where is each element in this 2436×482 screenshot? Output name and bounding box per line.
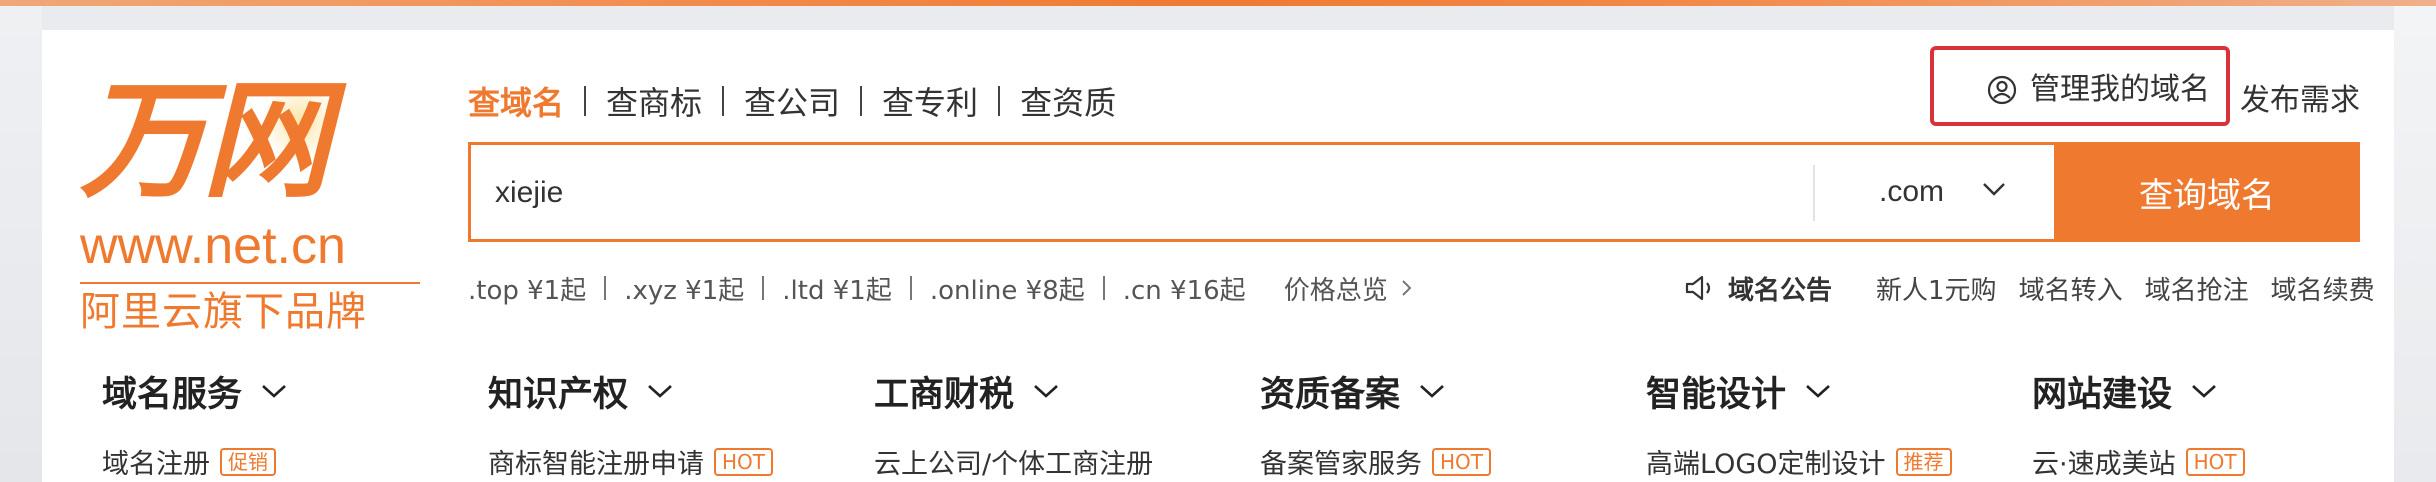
category-header[interactable]: 工商财税 [874,366,1234,416]
category-title: 资质备案 [1260,374,1401,415]
category-qualification: 资质备案 备案管家服务 HOT [1260,366,1620,481]
chevron-down-icon [648,385,672,398]
chevron-right-icon [1401,280,1412,296]
notice-link-transfer[interactable]: 域名转入 [2019,270,2123,307]
category-item-label: 云上公司/个体工商注册 [874,449,1154,480]
category-header[interactable]: 网站建设 [2032,366,2392,416]
tab-separator [998,86,1001,116]
publish-request-link[interactable]: 发布需求 [2240,76,2360,126]
price-separator [1102,276,1105,300]
chevron-down-icon [262,385,286,398]
search-divider [1813,165,1815,221]
category-header[interactable]: 域名服务 [102,366,462,416]
price-item-online[interactable]: .online ¥8起 [930,270,1085,307]
category-business-tax: 工商财税 云上公司/个体工商注册 [874,366,1234,481]
tab-patent[interactable]: 查专利 [882,78,978,124]
tab-separator [860,86,863,116]
domain-search-bar: .com 查询域名 [468,142,2360,242]
category-item[interactable]: 备案管家服务 HOT [1260,442,1620,481]
site-logo[interactable]: 万网 www.net.cn 阿里云旗下品牌 [80,70,420,340]
manage-my-domains-button[interactable]: 管理我的域名 [1930,46,2230,126]
category-header[interactable]: 智能设计 [1646,366,2006,416]
category-item[interactable]: 高端LOGO定制设计 推荐 [1646,442,2006,481]
hot-badge: HOT [714,447,773,476]
category-ip: 知识产权 商标智能注册申请 HOT [488,366,848,481]
hot-badge: HOT [1432,447,1491,476]
price-item-xyz[interactable]: .xyz ¥1起 [624,270,744,307]
category-title: 网站建设 [2032,374,2173,415]
category-header[interactable]: 知识产权 [488,366,848,416]
notice-link-snapup[interactable]: 域名抢注 [2145,270,2249,307]
hot-badge: HOT [2185,447,2245,476]
domain-suffix-value: .com [1879,175,1945,208]
tab-qualification[interactable]: 查资质 [1020,78,1116,124]
price-list: .top ¥1起 .xyz ¥1起 .ltd ¥1起 .online ¥8起 .… [468,268,1414,308]
tab-company[interactable]: 查公司 [744,78,840,124]
price-item-top[interactable]: .top ¥1起 [468,270,586,307]
domain-search-input[interactable] [493,163,1797,223]
price-separator [909,276,912,300]
notice-link-renew[interactable]: 域名续费 [2271,270,2375,307]
logo-divider [80,282,420,284]
chevron-down-icon [1420,385,1444,398]
category-title: 工商财税 [874,374,1015,415]
category-item-label: 域名注册 [102,449,210,480]
main-card: 万网 www.net.cn 阿里云旗下品牌 查域名 查商标 查公司 查专利 查资… [42,30,2394,482]
chevron-down-icon [1983,183,2005,196]
category-header[interactable]: 资质备案 [1260,366,1620,416]
domain-suffix-select[interactable]: .com [1817,145,2053,239]
category-item[interactable]: 云·速成美站 HOT [2032,442,2392,481]
logo-mark: 万网 [80,67,330,216]
recommend-badge: 推荐 [1895,447,1952,476]
price-separator [604,276,607,300]
search-type-tabs: 查域名 查商标 查公司 查专利 查资质 [468,76,1116,126]
category-item[interactable]: 域名注册 促销 [102,442,462,481]
category-domain-service: 域名服务 域名注册 促销 [102,366,462,481]
category-title: 域名服务 [102,374,243,415]
top-banner-strip [0,0,2436,6]
search-domain-button[interactable]: 查询域名 [2054,142,2360,242]
user-icon [1987,75,2017,105]
price-separator [762,276,765,300]
category-title: 智能设计 [1646,374,1787,415]
chevron-down-icon [1806,385,1830,398]
category-item-label: 备案管家服务 [1260,449,1422,480]
category-design: 智能设计 高端LOGO定制设计 推荐 [1646,366,2006,481]
category-item-label: 商标智能注册申请 [488,449,704,480]
category-item[interactable]: 云上公司/个体工商注册 [874,442,1234,481]
speaker-icon [1685,275,1711,301]
notice-link-newuser[interactable]: 新人1元购 [1876,270,1997,307]
category-item-label: 高端LOGO定制设计 [1646,449,1886,480]
category-item-label: 云·速成美站 [2032,449,2176,480]
price-overview-link[interactable]: 价格总览 [1284,270,1388,307]
chevron-down-icon [2192,385,2216,398]
category-website: 网站建设 云·速成美站 HOT [2032,366,2392,481]
domain-notice-bar: 域名公告 新人1元购 域名转入 域名抢注 域名续费 [1684,268,2375,308]
manage-my-domains-label: 管理我的域名 [2030,72,2210,107]
domain-notice-title[interactable]: 域名公告 [1728,270,1832,307]
logo-url: www.net.cn [80,217,346,275]
category-title: 知识产权 [488,374,629,415]
page-background-right [2394,6,2436,482]
logo-slogan: 阿里云旗下品牌 [80,289,367,335]
tab-separator [722,86,725,116]
tab-separator [584,86,587,116]
page-background-left [0,6,42,482]
category-item[interactable]: 商标智能注册申请 HOT [488,442,848,481]
price-item-cn[interactable]: .cn ¥16起 [1123,270,1246,307]
tab-domain[interactable]: 查域名 [468,78,564,124]
chevron-down-icon [1034,385,1058,398]
promo-badge: 促销 [220,447,276,476]
tab-trademark[interactable]: 查商标 [606,78,702,124]
price-item-ltd[interactable]: .ltd ¥1起 [782,270,892,307]
